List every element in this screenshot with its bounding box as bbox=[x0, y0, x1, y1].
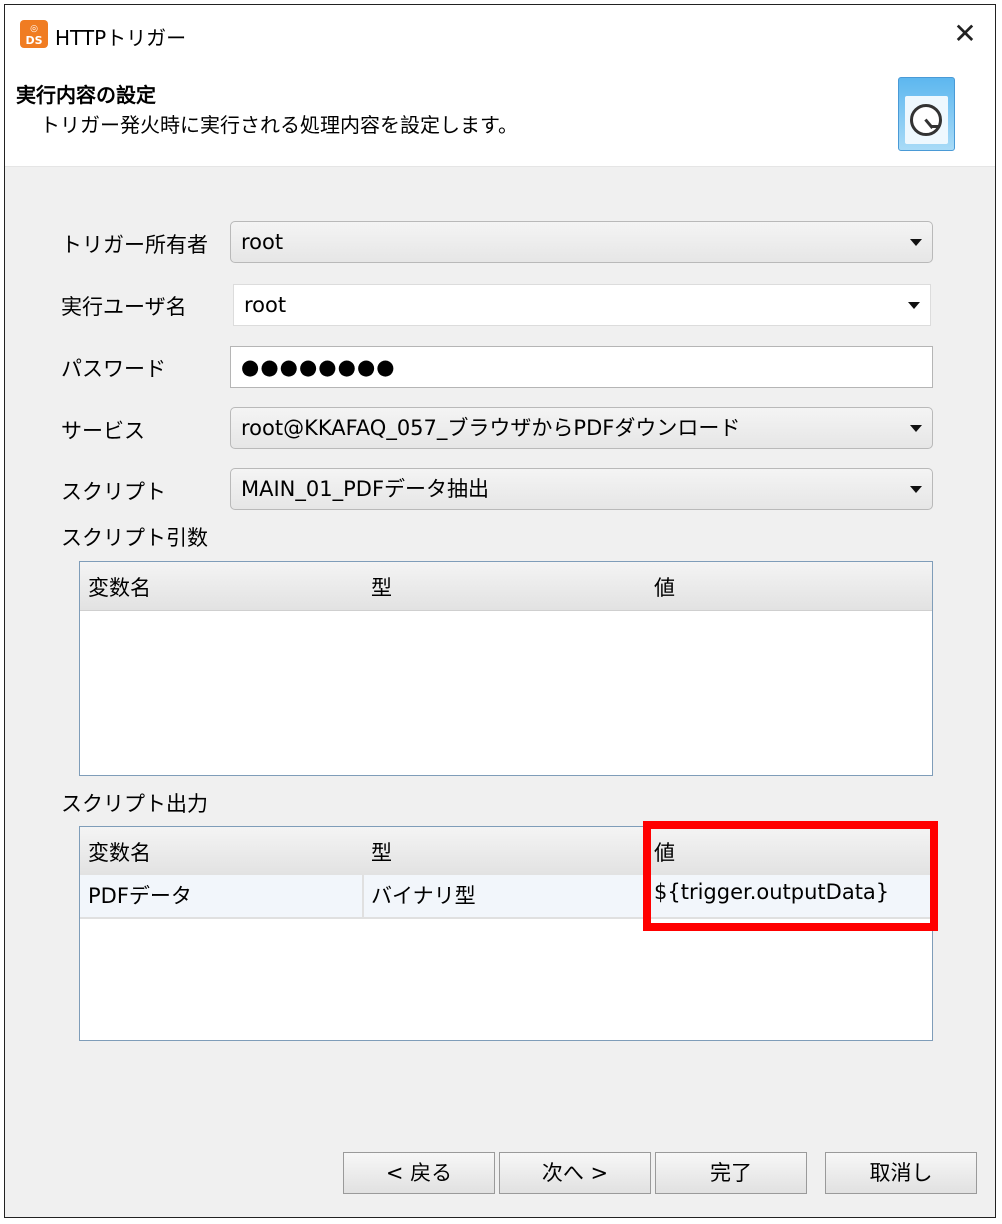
cell-value[interactable]: ${trigger.outputData} bbox=[654, 880, 889, 904]
schedule-clock-icon bbox=[898, 77, 955, 151]
exec-user-value: root bbox=[244, 293, 287, 317]
title-bar: ◎ DS HTTPトリガー ✕ bbox=[5, 5, 995, 65]
cell-name[interactable]: PDFデータ bbox=[88, 880, 192, 910]
owner-label: トリガー所有者 bbox=[61, 233, 208, 257]
password-value: ●●●●●●●● bbox=[241, 355, 396, 379]
table-header: 変数名 型 値 bbox=[80, 562, 932, 611]
chevron-down-icon bbox=[910, 425, 922, 432]
exec-user-label: 実行ユーザ名 bbox=[61, 295, 187, 319]
app-logo-text: DS bbox=[25, 34, 43, 47]
script-output-label: スクリプト出力 bbox=[61, 792, 208, 816]
column-header-value[interactable]: 値 bbox=[654, 837, 675, 867]
owner-select[interactable]: root bbox=[230, 221, 933, 263]
column-header-type[interactable]: 型 bbox=[371, 837, 392, 867]
chevron-down-icon bbox=[910, 239, 922, 246]
password-label: パスワード bbox=[61, 357, 166, 381]
page-description: トリガー発火時に実行される処理内容を設定します。 bbox=[40, 113, 518, 137]
app-logo-icon: ◎ DS bbox=[20, 20, 48, 48]
table-row[interactable]: PDFデータ バイナリ型 ${trigger.outputData} bbox=[80, 875, 932, 919]
column-header-type[interactable]: 型 bbox=[371, 572, 392, 602]
next-button[interactable]: 次へ > bbox=[499, 1152, 651, 1194]
column-divider bbox=[645, 875, 647, 917]
password-field[interactable]: ●●●●●●●● bbox=[230, 346, 933, 388]
table-header: 変数名 型 値 bbox=[80, 827, 932, 876]
wizard-banner: 実行内容の設定 トリガー発火時に実行される処理内容を設定します。 bbox=[5, 65, 995, 167]
column-header-value[interactable]: 値 bbox=[654, 572, 675, 602]
script-output-table[interactable]: 変数名 型 値 PDFデータ バイナリ型 ${trigger.outputDat… bbox=[79, 826, 933, 1041]
script-args-table[interactable]: 変数名 型 値 bbox=[79, 561, 933, 776]
cell-type[interactable]: バイナリ型 bbox=[371, 880, 476, 910]
column-header-name[interactable]: 変数名 bbox=[88, 572, 151, 602]
script-select[interactable]: MAIN_01_PDFデータ抽出 bbox=[230, 468, 933, 510]
exec-user-combo[interactable]: root bbox=[233, 284, 931, 326]
window-title: HTTPトリガー bbox=[55, 26, 187, 50]
script-args-label: スクリプト引数 bbox=[61, 526, 208, 550]
close-icon[interactable]: ✕ bbox=[951, 20, 979, 49]
cancel-button[interactable]: 取消し bbox=[825, 1152, 977, 1194]
chevron-down-icon bbox=[908, 302, 920, 309]
column-header-name[interactable]: 変数名 bbox=[88, 837, 151, 867]
finish-button[interactable]: 完了 bbox=[655, 1152, 807, 1194]
dialog-window: ◎ DS HTTPトリガー ✕ 実行内容の設定 トリガー発火時に実行される処理内容… bbox=[4, 4, 996, 1218]
service-select[interactable]: root@KKAFAQ_057_ブラウザからPDFダウンロード bbox=[230, 407, 933, 449]
service-value: root@KKAFAQ_057_ブラウザからPDFダウンロード bbox=[241, 416, 741, 440]
service-label: サービス bbox=[61, 419, 145, 443]
page-title: 実行内容の設定 bbox=[16, 83, 156, 107]
column-divider bbox=[362, 875, 364, 917]
chevron-down-icon bbox=[910, 486, 922, 493]
script-label: スクリプト bbox=[61, 480, 166, 504]
script-value: MAIN_01_PDFデータ抽出 bbox=[241, 477, 490, 501]
back-button[interactable]: < 戻る bbox=[343, 1152, 495, 1194]
owner-value: root bbox=[241, 230, 284, 254]
